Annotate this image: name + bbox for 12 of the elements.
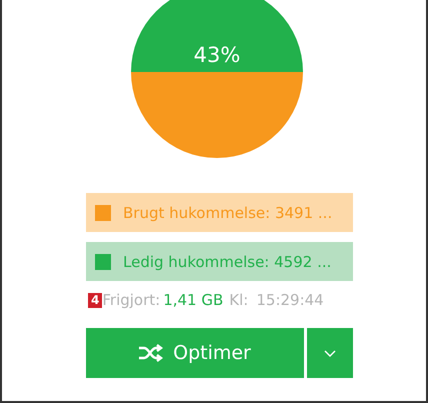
time-label: Kl: [229, 291, 248, 309]
freed-label: Frigjort: [102, 291, 160, 309]
chevron-down-icon [324, 350, 336, 356]
time-value: 15:29:44 [256, 291, 324, 309]
legend-item: Ledig hukommelse: 4592 ... [86, 242, 353, 281]
optimize-button[interactable]: Optimer [86, 328, 304, 378]
freed-value: 1,41 GB [163, 291, 224, 309]
dropdown-button[interactable] [307, 328, 353, 378]
legend-item: Brugt hukommelse: 3491 ... [86, 193, 353, 232]
percentage-label: 43% [194, 43, 240, 67]
shuffle-icon [139, 344, 164, 362]
number-badge: 4 [88, 292, 102, 308]
